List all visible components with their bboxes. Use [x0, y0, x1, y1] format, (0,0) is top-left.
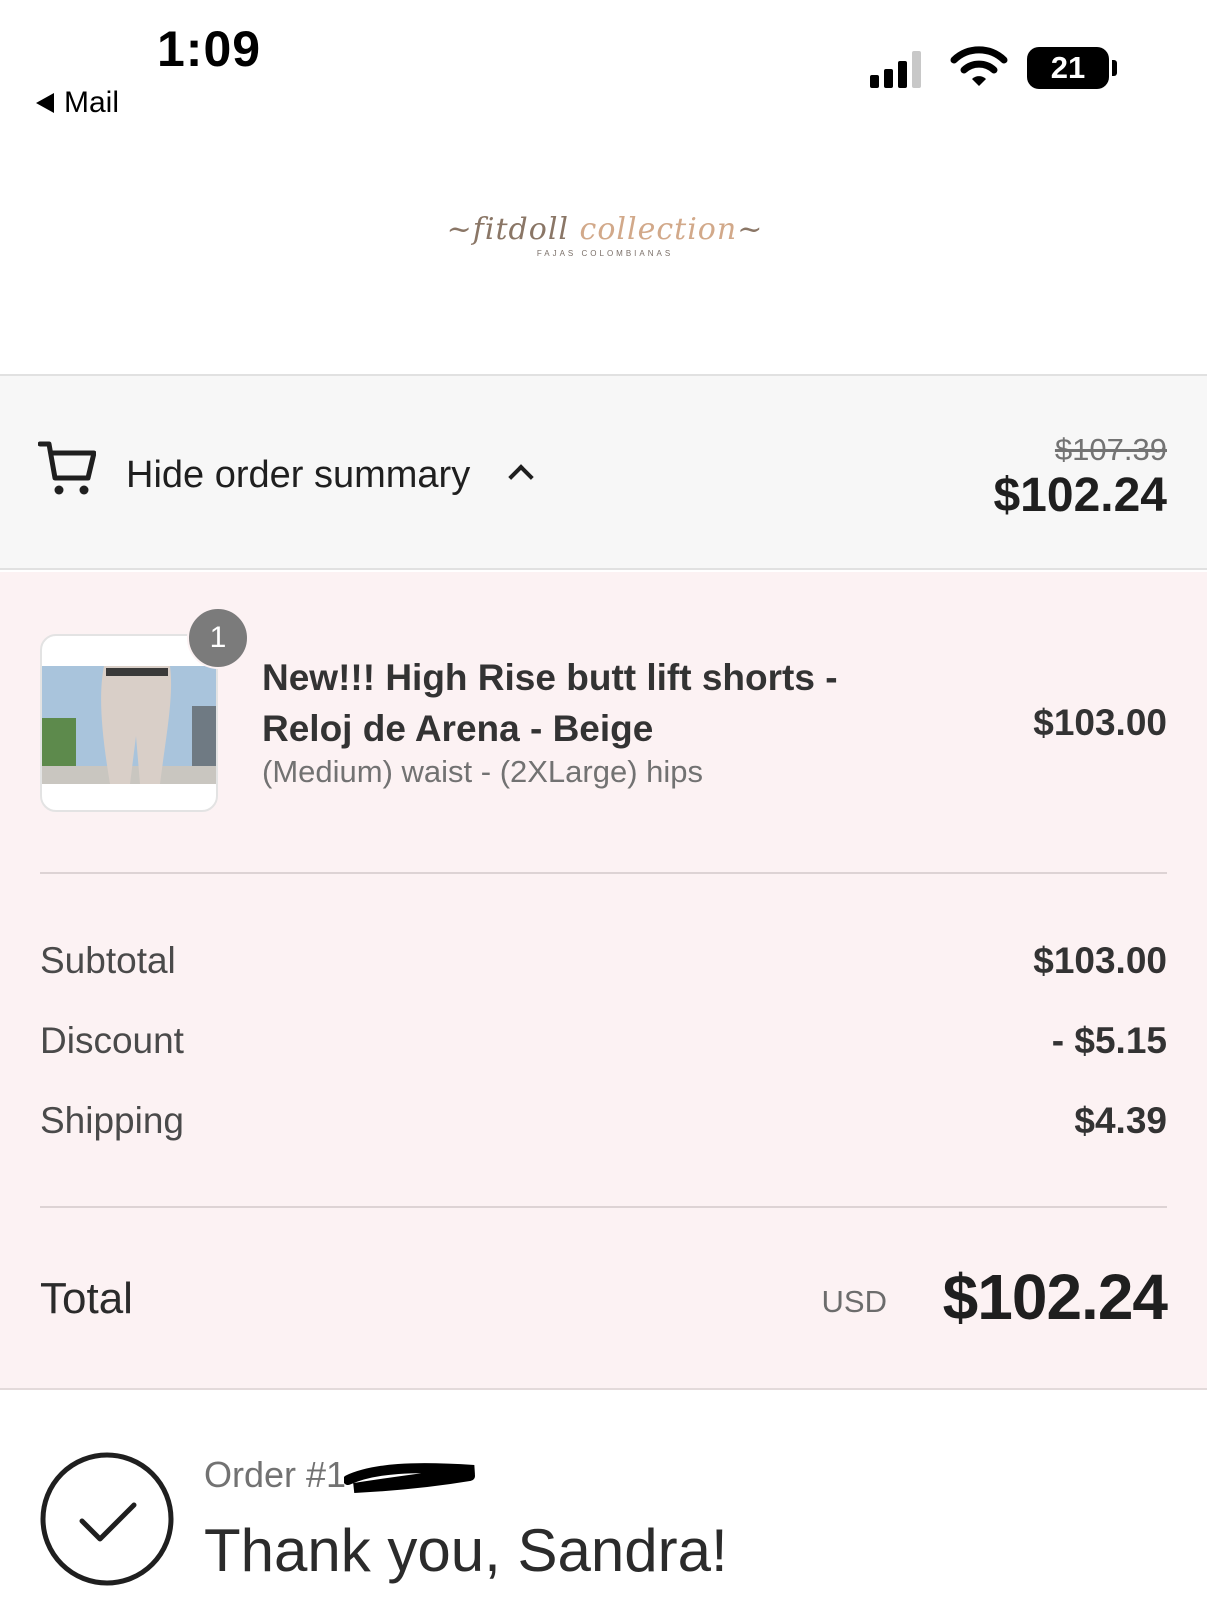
cellular-signal-icon	[870, 48, 921, 88]
summary-total-price: $102.24	[993, 469, 1167, 522]
battery-tip	[1112, 60, 1117, 76]
wifi-icon	[950, 46, 1008, 86]
back-app-label: Mail	[64, 86, 120, 119]
product-price: $103.00	[1033, 702, 1167, 743]
back-arrow-icon	[36, 93, 54, 113]
battery-level: 21	[1050, 50, 1086, 85]
back-to-mail-link[interactable]: Mail	[36, 86, 119, 120]
chevron-up-icon	[508, 464, 534, 490]
currency-code: USD	[821, 1284, 887, 1319]
store-logo[interactable]: ~fitdoll collection~ FAJAS COLOMBIANAS	[420, 212, 790, 282]
logo-wordmark: ~fitdoll collection~	[446, 212, 764, 247]
product-name: New!!! High Rise butt lift shorts - Relo…	[262, 657, 838, 749]
divider	[40, 872, 1167, 874]
quantity-badge: 1	[187, 607, 249, 669]
product-thumbnail	[40, 634, 218, 812]
shipping-label: Shipping	[40, 1100, 185, 1141]
total-label: Total	[40, 1274, 133, 1323]
checkmark-circle-icon	[40, 1452, 174, 1586]
shipping-value: $4.39	[1074, 1100, 1167, 1141]
product-variant: (Medium) waist - (2XLarge) hips	[262, 754, 704, 789]
logo-subtitle: FAJAS COLOMBIANAS	[536, 249, 674, 258]
status-bar: 1:09 Mail 21	[0, 0, 1207, 130]
discount-label: Discount	[40, 1020, 184, 1061]
order-number: Order #1	[204, 1454, 347, 1495]
divider	[40, 1206, 1167, 1208]
cart-icon	[38, 441, 96, 495]
redaction-scribble	[344, 1463, 475, 1493]
original-price: $107.39	[1054, 432, 1167, 467]
discount-value: - $5.15	[1051, 1020, 1167, 1061]
subtotal-label: Subtotal	[40, 940, 176, 981]
subtotal-value: $103.00	[1033, 940, 1167, 981]
order-summary-panel: 1 New!!! High Rise butt lift shorts - Re…	[0, 572, 1207, 1390]
thank-you-heading: Thank you, Sandra!	[204, 1517, 728, 1584]
order-summary-toggle[interactable]: Hide order summary $107.39 $102.24	[0, 374, 1207, 570]
clock-time: 1:09	[157, 21, 262, 77]
grand-total: $102.24	[942, 1261, 1168, 1333]
toggle-label: Hide order summary	[126, 454, 471, 496]
battery-icon: 21	[1027, 47, 1109, 89]
